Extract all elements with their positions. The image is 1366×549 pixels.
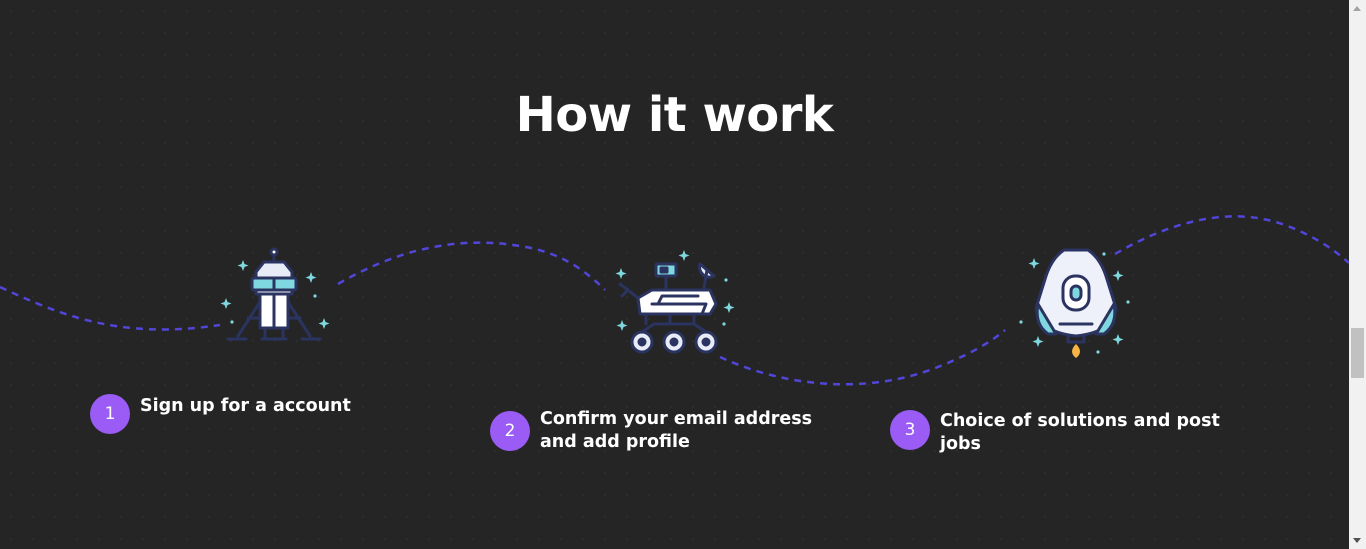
step-text: Sign up for a account bbox=[140, 396, 351, 416]
scrollbar-thumb[interactable] bbox=[1351, 328, 1364, 378]
step-number-badge: 2 bbox=[490, 411, 530, 451]
scroll-down-arrow-icon[interactable] bbox=[1353, 538, 1361, 543]
step-1: 1 Sign up for a account bbox=[90, 394, 390, 434]
step-2: 2 Confirm your email address and add pro… bbox=[490, 408, 840, 454]
section-title: How it work bbox=[515, 87, 834, 143]
step-3: 3 Choice of solutions and post jobs bbox=[890, 410, 1260, 456]
mars-rover-icon bbox=[615, 250, 735, 354]
lunar-lander-icon bbox=[220, 247, 330, 341]
step-number-badge: 3 bbox=[890, 410, 930, 450]
step-number-badge: 1 bbox=[90, 394, 130, 434]
space-capsule-icon bbox=[1019, 248, 1130, 358]
step-text: Choice of solutions and post jobs bbox=[940, 411, 1220, 454]
scroll-up-arrow-icon[interactable] bbox=[1353, 6, 1361, 11]
how-it-works-section: How it work 1 Sign up for a account 2 Co… bbox=[0, 0, 1349, 549]
vertical-scrollbar[interactable] bbox=[1349, 0, 1366, 549]
step-text: Confirm your email address and add profi… bbox=[540, 409, 813, 452]
